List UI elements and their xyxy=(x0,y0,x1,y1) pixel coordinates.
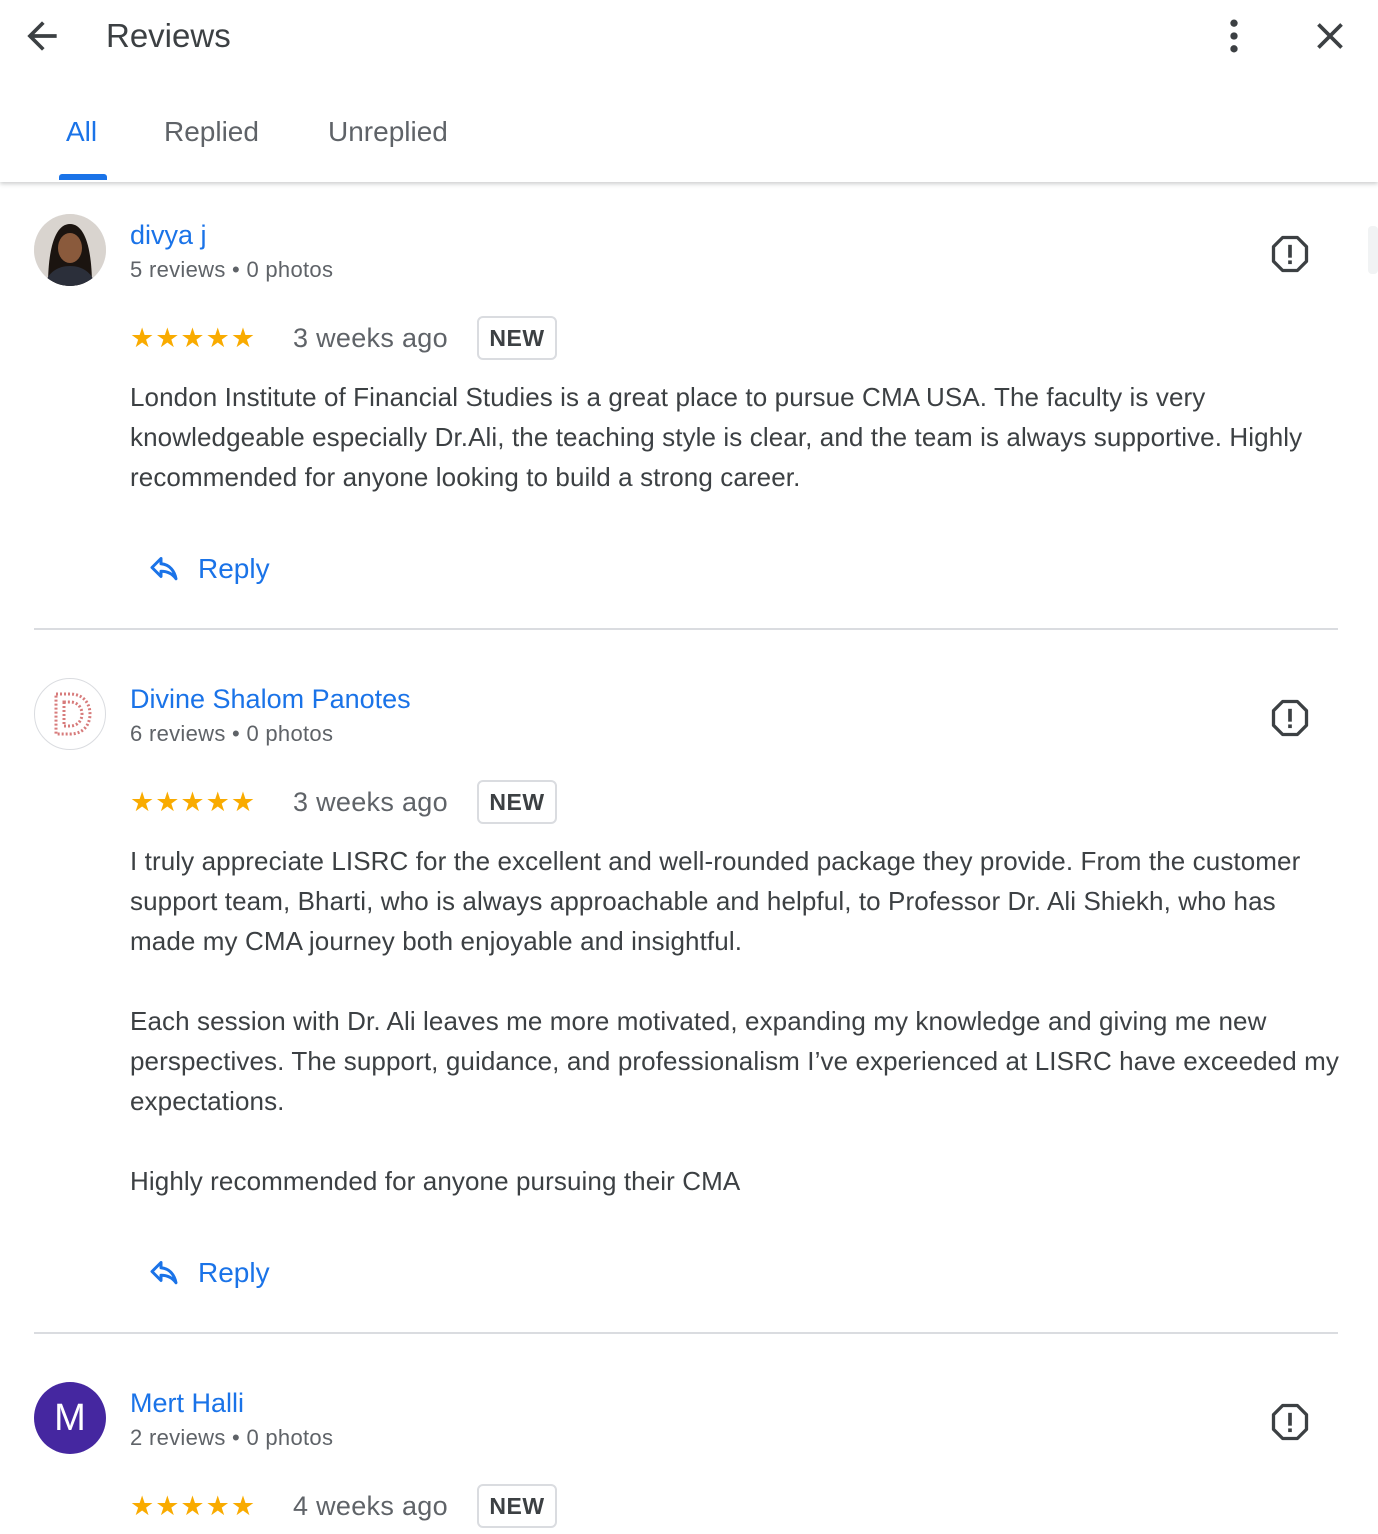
more-vert-icon xyxy=(1230,19,1238,53)
reviewer-name[interactable]: Mert Halli xyxy=(130,1386,244,1420)
review-date: 3 weeks ago xyxy=(293,787,448,817)
avatar-initial: M xyxy=(54,1396,86,1439)
reply-icon xyxy=(150,557,178,581)
avatar[interactable] xyxy=(34,678,106,750)
app-header: Reviews All Replied Unreplied xyxy=(0,0,1378,182)
back-button[interactable] xyxy=(20,14,64,58)
reply-label: Reply xyxy=(198,553,270,584)
reviewer-meta: 5 reviews • 0 photos xyxy=(130,257,334,282)
new-badge: NEW xyxy=(477,1484,557,1528)
reviewer-name[interactable]: Divine Shalom Panotes xyxy=(130,682,411,716)
arrow-back-icon xyxy=(27,21,57,51)
star-rating: ★★★★★ xyxy=(130,323,257,353)
avatar[interactable]: M xyxy=(34,1382,106,1454)
more-options-button[interactable] xyxy=(1212,14,1256,58)
review-date: 3 weeks ago xyxy=(293,323,448,353)
avatar-photo-icon xyxy=(34,214,106,286)
tab-unreplied[interactable]: Unreplied xyxy=(328,110,448,154)
star-rating: ★★★★★ xyxy=(130,1491,257,1521)
reply-button[interactable]: Reply xyxy=(146,547,270,591)
tab-replied[interactable]: Replied xyxy=(164,110,259,154)
star-rating: ★★★★★ xyxy=(130,787,257,817)
reply-label: Reply xyxy=(198,1257,270,1288)
new-badge: NEW xyxy=(477,780,557,824)
divider xyxy=(34,1332,1338,1334)
avatar[interactable] xyxy=(34,214,106,286)
review-text: London Institute of Financial Studies is… xyxy=(130,382,1303,492)
page-title: Reviews xyxy=(106,17,231,54)
tab-all[interactable]: All xyxy=(66,110,97,154)
letter-d-logo-icon xyxy=(54,692,92,736)
report-icon xyxy=(1271,699,1309,737)
reply-icon xyxy=(150,1261,178,1285)
report-icon xyxy=(1271,235,1309,273)
active-tab-indicator xyxy=(59,174,107,180)
report-button[interactable] xyxy=(1268,1400,1312,1444)
close-icon xyxy=(1317,23,1343,49)
close-button[interactable] xyxy=(1308,14,1352,58)
divider xyxy=(34,628,1338,630)
reply-button[interactable]: Reply xyxy=(146,1251,270,1295)
reviewer-meta: 2 reviews • 0 photos xyxy=(130,1425,334,1450)
report-button[interactable] xyxy=(1268,232,1312,276)
report-icon xyxy=(1271,1403,1309,1441)
reviewer-name[interactable]: divya j xyxy=(130,218,207,252)
review-date: 4 weeks ago xyxy=(293,1491,448,1521)
new-badge: NEW xyxy=(477,316,557,360)
report-button[interactable] xyxy=(1268,696,1312,740)
review-text: I truly appreciate LISRC for the excelle… xyxy=(130,846,1339,1196)
scrollbar-thumb[interactable] xyxy=(1368,226,1378,274)
reviewer-meta: 6 reviews • 0 photos xyxy=(130,721,334,746)
